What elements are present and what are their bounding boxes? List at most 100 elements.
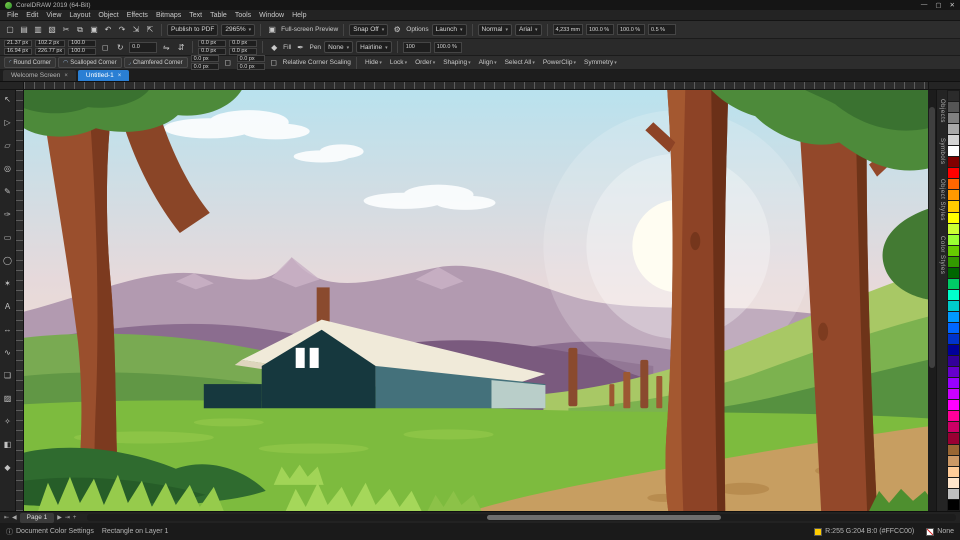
- palette-swatch[interactable]: [948, 135, 959, 146]
- corner-r1-field[interactable]: 0.0 px: [190, 55, 219, 62]
- menu-effects[interactable]: Effects: [127, 12, 148, 19]
- options-label[interactable]: Options: [406, 26, 428, 33]
- radius-bottom-right-field[interactable]: 0.0 px: [229, 47, 258, 55]
- tool-freehand[interactable]: ✎: [2, 185, 14, 197]
- undo-icon[interactable]: ↶: [102, 24, 114, 36]
- palette-swatch[interactable]: [948, 190, 959, 201]
- redo-icon[interactable]: ↷: [116, 24, 128, 36]
- palette-swatch[interactable]: [948, 300, 959, 311]
- menu-layout[interactable]: Layout: [69, 12, 90, 19]
- palette-swatch[interactable]: [948, 422, 959, 433]
- horizontal-scrollbar-thumb[interactable]: [486, 515, 722, 520]
- corner-lock-icon[interactable]: ◻: [222, 57, 234, 69]
- tool-rectangle[interactable]: ▭: [2, 231, 14, 243]
- fence-post[interactable]: [640, 359, 649, 409]
- menu-edit[interactable]: Edit: [26, 12, 38, 19]
- docker-tab-objects[interactable]: Objects: [939, 96, 945, 126]
- fence-post[interactable]: [656, 376, 663, 409]
- fill-color-swatch[interactable]: [814, 527, 823, 536]
- vertical-scrollbar-thumb[interactable]: [929, 106, 935, 368]
- landscape-illustration[interactable]: [24, 90, 928, 511]
- align-menu[interactable]: Align: [476, 59, 500, 66]
- palette-swatch[interactable]: [948, 322, 959, 334]
- lock-menu[interactable]: Lock: [387, 59, 410, 66]
- menu-tools[interactable]: Tools: [235, 12, 251, 19]
- tool-shape[interactable]: ▷: [2, 116, 14, 128]
- tool-ellipse[interactable]: ◯: [2, 254, 14, 266]
- symmetry-menu[interactable]: Symmetry: [581, 59, 620, 66]
- palette-swatch[interactable]: [948, 499, 959, 510]
- scale-width-field[interactable]: 100.0: [68, 39, 97, 47]
- palette-swatch[interactable]: [948, 157, 959, 168]
- palette-swatch[interactable]: [948, 256, 959, 267]
- palette-swatch[interactable]: [948, 113, 959, 124]
- house-left-extension[interactable]: [203, 384, 262, 409]
- fill-icon[interactable]: ◆: [268, 41, 280, 53]
- house-window[interactable]: [309, 347, 319, 368]
- snap-combo[interactable]: Snap Off: [349, 23, 389, 36]
- palette-swatch[interactable]: [948, 311, 959, 322]
- horizontal-scrollbar[interactable]: [87, 514, 956, 521]
- drawing-canvas[interactable]: [24, 90, 928, 511]
- fullscreen-preview-label[interactable]: Full-screen Preview: [281, 26, 338, 33]
- new-document-icon[interactable]: ▢: [4, 24, 16, 36]
- palette-swatch[interactable]: [948, 168, 959, 179]
- object-opacity-field[interactable]: 100.0 %: [433, 41, 462, 53]
- palette-swatch[interactable]: [948, 278, 959, 289]
- pen-flyout-label[interactable]: Pen: [309, 44, 321, 51]
- hide-menu[interactable]: Hide: [362, 59, 385, 66]
- outline-style-combo[interactable]: None: [324, 41, 354, 53]
- last-page-icon[interactable]: ⇥: [65, 514, 70, 521]
- palette-swatch[interactable]: [948, 378, 959, 389]
- tool-pick[interactable]: ↖: [2, 93, 14, 105]
- copy-icon[interactable]: ⧉: [74, 24, 86, 36]
- order-menu[interactable]: Order: [412, 59, 438, 66]
- palette-swatch[interactable]: [948, 212, 959, 223]
- fill-flyout-label[interactable]: Fill: [283, 44, 291, 51]
- paste-icon[interactable]: ▣: [88, 24, 100, 36]
- relative-corner-checkbox-icon[interactable]: ◻: [268, 57, 280, 69]
- options-gear-icon[interactable]: ⚙: [391, 24, 403, 36]
- export-icon[interactable]: ⇱: [144, 24, 156, 36]
- menu-object[interactable]: Object: [98, 12, 118, 19]
- page-tab[interactable]: Page 1: [19, 512, 55, 523]
- radius-top-right-field[interactable]: 0.0 px: [229, 39, 258, 47]
- tab-welcome-screen[interactable]: Welcome Screen ×: [3, 70, 76, 81]
- shaping-menu[interactable]: Shaping: [440, 59, 473, 66]
- palette-swatch[interactable]: [948, 267, 959, 278]
- tool-color-eyedropper[interactable]: ✧: [2, 415, 14, 427]
- grass-streak[interactable]: [193, 418, 264, 427]
- fence-post[interactable]: [623, 372, 631, 409]
- font-combo[interactable]: Arial: [514, 23, 542, 36]
- size-width-field[interactable]: 102.2 px: [35, 39, 66, 47]
- mirror-horizontal-icon[interactable]: ⇋: [160, 41, 172, 53]
- maximize-icon[interactable]: ▢: [935, 1, 941, 9]
- scale-height-field[interactable]: 100.0: [68, 47, 97, 55]
- palette-swatch[interactable]: [948, 433, 959, 444]
- vertical-scrollbar[interactable]: [928, 90, 936, 511]
- info-icon[interactable]: ⓘ: [6, 527, 13, 537]
- docker-tab-color-styles[interactable]: Color Styles: [939, 233, 945, 277]
- menu-view[interactable]: View: [46, 12, 61, 19]
- palette-swatch[interactable]: [948, 245, 959, 256]
- corner-r4-field[interactable]: 0.0 px: [236, 63, 265, 70]
- palette-swatch[interactable]: [948, 201, 959, 212]
- tool-smart-fill[interactable]: ◆: [2, 461, 14, 473]
- add-page-icon[interactable]: +: [73, 515, 77, 521]
- fence-post[interactable]: [568, 347, 578, 407]
- menu-help[interactable]: Help: [292, 12, 306, 19]
- duplicate-distance-field[interactable]: 4,233 mm: [552, 24, 583, 35]
- size-height-field[interactable]: 226.77 px: [35, 47, 66, 55]
- menu-text[interactable]: Text: [189, 12, 202, 19]
- rotation-angle-field[interactable]: 0.0: [129, 41, 158, 53]
- palette-swatch[interactable]: [948, 345, 959, 356]
- horizontal-ruler[interactable]: [24, 82, 928, 89]
- palette-swatch[interactable]: [948, 102, 959, 113]
- palette-swatch[interactable]: [948, 389, 959, 400]
- scalloped-corner-button[interactable]: ◠ Scalloped Corner: [58, 57, 122, 68]
- menu-bitmaps[interactable]: Bitmaps: [156, 12, 181, 19]
- palette-swatch[interactable]: [948, 289, 959, 300]
- position-x-field[interactable]: 21.37 px: [4, 39, 32, 47]
- palette-swatch[interactable]: [948, 334, 959, 345]
- view-quality-combo[interactable]: Normal: [477, 23, 512, 36]
